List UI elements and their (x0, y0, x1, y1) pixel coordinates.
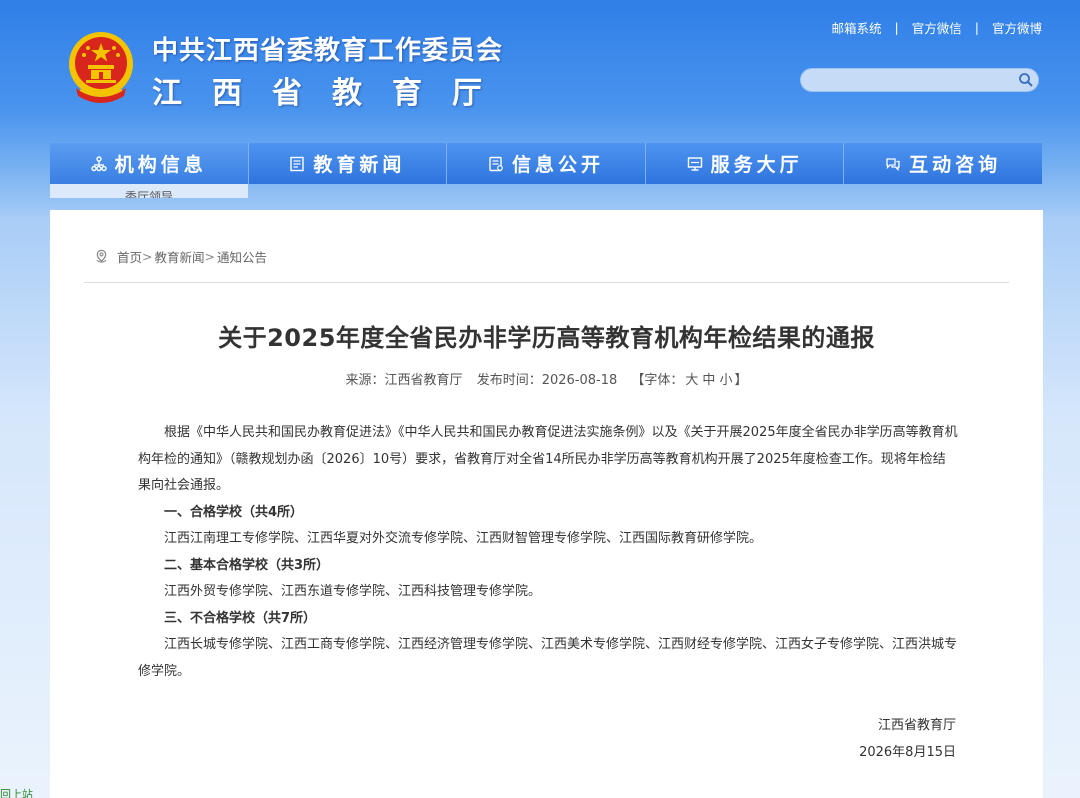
org-icon (91, 155, 107, 171)
font-size-small[interactable]: 小 (719, 373, 732, 388)
info-icon (489, 156, 503, 171)
article-title: 关于2025年度全省民办非学历高等教育机构年检结果的通报 (218, 324, 875, 352)
weibo-link[interactable]: 官方微博 (992, 18, 1042, 37)
article-intro: 根据《中华人民共和国民办教育促进法》《中华人民共和国民办教育促进法实施条例》以及… (138, 425, 958, 493)
breadcrumb-separator: > (142, 249, 153, 264)
site-header: 中共江西省委教育工作委员会 江西省教育厅 邮箱系统 | 官方微信 | 官方微博 (0, 0, 1080, 142)
nav-label: 教育新闻 (313, 154, 406, 176)
link-separator: | (974, 20, 979, 35)
section-list: 江西江南理工专修学院、江西华夏对外交流专修学院、江西财智管理专修学院、江西国际教… (164, 531, 763, 546)
article-body: 根据《中华人民共和国民办教育促进法》《中华人民共和国民办教育促进法实施条例》以及… (138, 420, 958, 685)
link-separator: | (894, 20, 899, 35)
search-icon[interactable] (1018, 72, 1034, 88)
breadcrumb-news[interactable]: 教育新闻 (155, 247, 205, 266)
nav-item-org[interactable]: 机构信息 (50, 143, 249, 184)
font-size-label: 【字体： (631, 373, 684, 388)
top-links: 邮箱系统 | 官方微信 | 官方微博 (832, 18, 1042, 37)
font-size-medium[interactable]: 中 (702, 373, 715, 388)
site-title-department: 江西省教育厅 (152, 76, 512, 111)
section-list: 江西外贸专修学院、江西东道专修学院、江西科技管理专修学院。 (164, 584, 542, 599)
service-icon (687, 156, 702, 171)
nav-label: 信息公开 (511, 154, 604, 176)
site-title-party: 中共江西省委教育工作委员会 (152, 36, 504, 66)
section-heading: 二、基本合格学校（共3所） (164, 557, 330, 573)
nav-item-info[interactable]: 信息公开 (447, 143, 646, 184)
section-heading: 一、合格学校（共4所） (164, 504, 304, 520)
search-box (800, 68, 1039, 92)
nav-item-consult[interactable]: 互动咨询 (844, 143, 1042, 184)
font-size-label-end: 】 (734, 373, 748, 388)
breadcrumb-home[interactable]: 首页 (117, 247, 142, 266)
article-panel: 首页 > 教育新闻 > 通知公告 关于2025年度全省民办非学历高等教育机构年检… (50, 210, 1043, 798)
font-size-control: 【字体：大中小】 (631, 373, 747, 388)
main-nav: 机构信息 教育新闻 信息公开 服务大厅 互动咨询 (50, 143, 1042, 184)
breadcrumb: 首页 > 教育新闻 > 通知公告 (94, 247, 267, 266)
article-signature: 江西省教育厅 (877, 718, 956, 733)
corner-link[interactable]: 回上站 (0, 786, 33, 798)
article-sign-date: 2026年8月15日 (859, 744, 956, 760)
nav-submenu: 委厅领导 (50, 184, 248, 198)
chat-icon (886, 157, 900, 171)
search-input[interactable] (811, 71, 1011, 89)
news-icon (290, 156, 305, 171)
article-meta: 来源：江西省教育厅 发布时间：2026-08-18 【字体：大中小】 (50, 369, 1043, 388)
breadcrumb-notice[interactable]: 通知公告 (217, 247, 267, 266)
article-date: 发布时间：2026-08-18 (476, 373, 618, 388)
submenu-item-leaders[interactable]: 委厅领导 (125, 190, 173, 198)
nav-label: 互动咨询 (909, 154, 1002, 176)
font-size-large[interactable]: 大 (685, 373, 698, 388)
nav-label: 机构信息 (114, 154, 207, 176)
breadcrumb-divider (84, 282, 1009, 283)
article-signature-block: 江西省教育厅 2026年8月15日 (859, 713, 956, 766)
nav-item-news[interactable]: 教育新闻 (248, 143, 448, 184)
nav-label: 服务大厅 (710, 154, 803, 176)
section-list: 江西长城专修学院、江西工商专修学院、江西经济管理专修学院、江西美术专修学院、江西… (138, 637, 958, 679)
location-icon (96, 249, 107, 263)
wechat-link[interactable]: 官方微信 (912, 18, 962, 37)
section-heading: 三、不合格学校（共7所） (164, 610, 317, 626)
nav-item-service[interactable]: 服务大厅 (645, 143, 845, 184)
article-source: 来源：江西省教育厅 (345, 373, 463, 388)
national-emblem-icon (69, 32, 133, 103)
breadcrumb-separator: > (204, 249, 215, 264)
mail-link[interactable]: 邮箱系统 (832, 18, 882, 37)
